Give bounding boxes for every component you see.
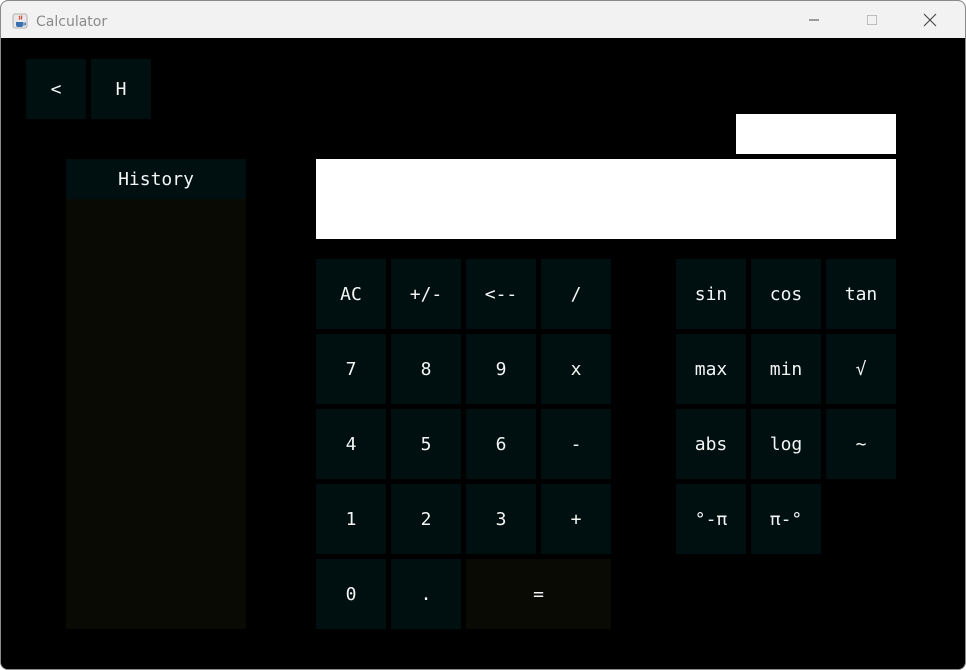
backspace-button[interactable]: <-- xyxy=(466,259,536,329)
tilde-button[interactable]: ~ xyxy=(826,409,896,479)
deg-to-pi-button[interactable]: °-π xyxy=(676,484,746,554)
minus-button[interactable]: - xyxy=(541,409,611,479)
equals-button[interactable]: = xyxy=(466,559,611,629)
close-button[interactable] xyxy=(907,1,953,38)
digit-9-button[interactable]: 9 xyxy=(466,334,536,404)
maximize-button[interactable] xyxy=(849,1,895,38)
back-button[interactable]: < xyxy=(26,59,86,119)
digit-5-button[interactable]: 5 xyxy=(391,409,461,479)
pi-to-deg-button[interactable]: π-° xyxy=(751,484,821,554)
secondary-display xyxy=(736,114,896,154)
multiply-button[interactable]: x xyxy=(541,334,611,404)
sin-button[interactable]: sin xyxy=(676,259,746,329)
digit-3-button[interactable]: 3 xyxy=(466,484,536,554)
decimal-button[interactable]: . xyxy=(391,559,461,629)
sqrt-button[interactable]: √ xyxy=(826,334,896,404)
log-button[interactable]: log xyxy=(751,409,821,479)
cos-button[interactable]: cos xyxy=(751,259,821,329)
abs-button[interactable]: abs xyxy=(676,409,746,479)
tan-button[interactable]: tan xyxy=(826,259,896,329)
negate-button[interactable]: +/- xyxy=(391,259,461,329)
java-cup-icon xyxy=(12,13,28,29)
minimize-button[interactable] xyxy=(791,1,837,38)
digit-8-button[interactable]: 8 xyxy=(391,334,461,404)
title-bar: Calculator xyxy=(1,1,965,38)
calculator-window: Calculator < H History AC +/- <-- / 7 8 … xyxy=(0,0,966,670)
history-panel: History xyxy=(66,159,246,629)
window-title: Calculator xyxy=(36,14,108,30)
digit-1-button[interactable]: 1 xyxy=(316,484,386,554)
main-display[interactable] xyxy=(316,159,896,239)
digit-4-button[interactable]: 4 xyxy=(316,409,386,479)
max-button[interactable]: max xyxy=(676,334,746,404)
digit-7-button[interactable]: 7 xyxy=(316,334,386,404)
history-header: History xyxy=(66,159,246,199)
calculator-content: < H History AC +/- <-- / 7 8 9 x 4 5 6 -… xyxy=(1,38,965,669)
history-toggle-button[interactable]: H xyxy=(91,59,151,119)
close-icon xyxy=(923,13,937,26)
digit-0-button[interactable]: 0 xyxy=(316,559,386,629)
digit-6-button[interactable]: 6 xyxy=(466,409,536,479)
ac-button[interactable]: AC xyxy=(316,259,386,329)
minimize-icon xyxy=(809,19,819,20)
digit-2-button[interactable]: 2 xyxy=(391,484,461,554)
min-button[interactable]: min xyxy=(751,334,821,404)
plus-button[interactable]: + xyxy=(541,484,611,554)
maximize-icon xyxy=(867,14,877,25)
divide-button[interactable]: / xyxy=(541,259,611,329)
